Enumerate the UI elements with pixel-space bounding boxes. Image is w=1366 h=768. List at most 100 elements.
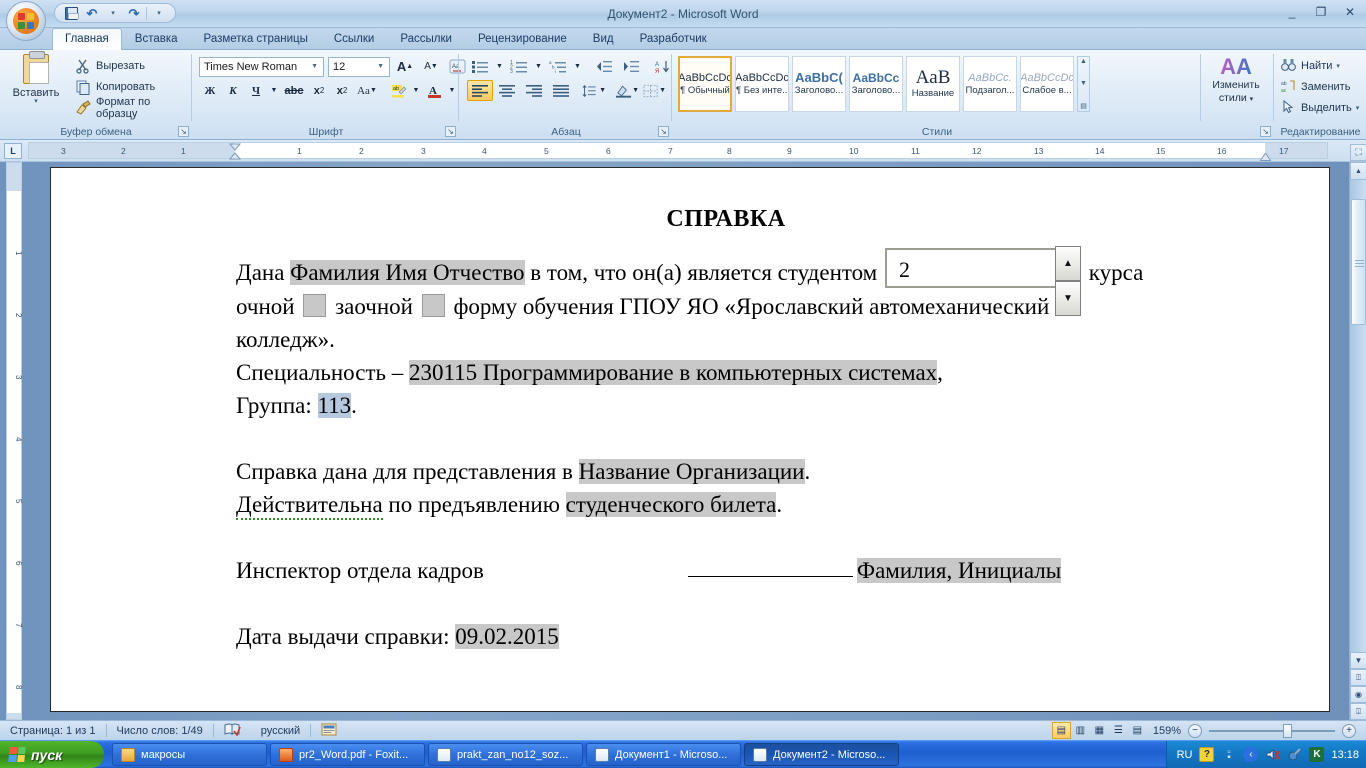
- scroll-down-button[interactable]: ▼: [1350, 652, 1366, 669]
- document-canvas[interactable]: СПРАВКА Дана Фамилия Имя Отчество в том,…: [0, 162, 1366, 720]
- vertical-ruler[interactable]: 1 2 3 4 5 6 7 8: [6, 162, 23, 720]
- line-spacing-button[interactable]: ▼: [581, 80, 607, 101]
- underline-dropdown-icon[interactable]: ▼: [268, 80, 280, 101]
- doc-paragraph-7[interactable]: Действительна по предъявлению студенческ…: [236, 488, 1216, 521]
- format-painter-button[interactable]: Формат по образцу: [72, 96, 192, 120]
- paste-button[interactable]: Вставить ▾: [8, 51, 64, 118]
- tab-home[interactable]: Главная: [52, 28, 122, 51]
- help-icon[interactable]: ?: [1199, 747, 1215, 762]
- subscript-button[interactable]: x2: [308, 80, 330, 101]
- style-heading1[interactable]: AaBbC( Заголово...: [792, 56, 846, 112]
- office-button[interactable]: [6, 1, 46, 41]
- next-page-button[interactable]: ⍗: [1350, 703, 1366, 720]
- bullets-button[interactable]: [467, 56, 493, 77]
- page-indicator[interactable]: Страница: 1 из 1: [0, 721, 106, 741]
- decrease-indent-button[interactable]: [591, 56, 617, 77]
- strikethrough-button[interactable]: abc: [281, 80, 307, 101]
- taskbar-item-word-doc2[interactable]: Документ1 - Microso...: [586, 743, 741, 766]
- style-subtitle[interactable]: AaBbCc. Подзагол...: [963, 56, 1017, 112]
- view-full-screen-reading-button[interactable]: ▥: [1071, 722, 1090, 739]
- scroll-down-icon[interactable]: ▼: [1080, 80, 1087, 87]
- save-button[interactable]: [62, 5, 80, 22]
- font-color-button[interactable]: A: [423, 80, 445, 101]
- styles-gallery-scroll[interactable]: ▲ ▼ ▤: [1077, 56, 1090, 112]
- redo-button[interactable]: ↷: [125, 5, 143, 22]
- align-right-button[interactable]: [521, 80, 547, 101]
- replace-button[interactable]: ab ac Заменить: [1279, 76, 1361, 97]
- paste-dropdown-icon[interactable]: ▾: [34, 98, 38, 105]
- field-signer-name[interactable]: Фамилия, Инициалы: [856, 558, 1062, 583]
- justify-button[interactable]: [548, 80, 574, 101]
- course-spinner-buttons[interactable]: ▲ ▼: [1055, 246, 1081, 316]
- change-styles-dropdown-icon[interactable]: ▾: [1250, 96, 1254, 103]
- scroll-up-icon[interactable]: ▲: [1080, 58, 1087, 65]
- doc-paragraph-5[interactable]: Группа: 113.: [236, 389, 1216, 422]
- text-highlight-button[interactable]: ab: [387, 80, 409, 101]
- tab-developer[interactable]: Разработчик: [627, 28, 720, 50]
- tab-stop-selector[interactable]: L: [4, 143, 22, 159]
- field-specialty[interactable]: 230115 Программирование в компьютерных с…: [408, 360, 938, 385]
- word-count[interactable]: Число слов: 1/49: [107, 721, 213, 741]
- tab-view[interactable]: Вид: [580, 28, 627, 50]
- field-organization[interactable]: Название Организации: [578, 459, 805, 484]
- clock[interactable]: 13:18: [1331, 749, 1359, 761]
- document-page[interactable]: СПРАВКА Дана Фамилия Имя Отчество в том,…: [50, 167, 1330, 712]
- styles-more-icon[interactable]: ▤: [1080, 102, 1087, 110]
- start-button[interactable]: пуск: [0, 741, 104, 768]
- italic-button[interactable]: К: [222, 80, 244, 101]
- ruler-bar[interactable]: 3 2 1 1 2 3 4 5 6 7 8 9 10 11 12 13 14 1…: [28, 142, 1328, 161]
- view-draft-button[interactable]: ▤: [1128, 722, 1147, 739]
- style-title[interactable]: AaB Название: [906, 56, 960, 112]
- right-indent-marker[interactable]: [1259, 152, 1272, 161]
- doc-paragraph-8[interactable]: Инспектор отдела кадров Фамилия, Инициалы: [236, 554, 1216, 587]
- horizontal-ruler[interactable]: L 3 2 1 1 2 3 4 5 6 7 8 9 10 11 12 13 14…: [0, 140, 1366, 162]
- tab-insert[interactable]: Вставка: [122, 28, 191, 50]
- field-fullname[interactable]: Фамилия Имя Отчество: [290, 260, 525, 285]
- highlight-dropdown-icon[interactable]: ▼: [410, 80, 422, 101]
- volume-icon[interactable]: [1265, 747, 1280, 762]
- doc-paragraph-1[interactable]: Дана Фамилия Имя Отчество в том, что он(…: [236, 246, 1216, 316]
- spinner-down-button[interactable]: ▼: [1055, 281, 1081, 316]
- paragraph-dialog-launcher[interactable]: ↘: [658, 126, 669, 137]
- doc-paragraph-6[interactable]: Справка дана для представления в Названи…: [236, 455, 1216, 488]
- doc-paragraph-9[interactable]: Дата выдачи справки: 09.02.2015: [236, 620, 1216, 653]
- font-color-dropdown-icon[interactable]: ▼: [446, 80, 458, 101]
- tab-page-layout[interactable]: Разметка страницы: [191, 28, 321, 50]
- bold-button[interactable]: Ж: [199, 80, 221, 101]
- document-body[interactable]: СПРАВКА Дана Фамилия Имя Отчество в том,…: [236, 203, 1216, 653]
- copy-button[interactable]: Копировать: [72, 76, 192, 97]
- taskbar-item-pdf[interactable]: pr2_Word.pdf - Foxit...: [270, 743, 425, 766]
- find-dropdown-icon[interactable]: ▾: [1336, 62, 1340, 70]
- tab-references[interactable]: Ссылки: [321, 28, 388, 50]
- increase-indent-button[interactable]: [618, 56, 644, 77]
- style-subtle-emphasis[interactable]: AaBbCcDc Слабое в...: [1020, 56, 1074, 112]
- previous-page-button[interactable]: ⍐: [1350, 669, 1366, 686]
- change-styles-button[interactable]: AA Изменить стили ▾: [1206, 52, 1266, 118]
- chevron-down-icon[interactable]: ▼: [308, 63, 321, 70]
- field-group[interactable]: 113: [317, 393, 352, 418]
- course-spinner-box[interactable]: 2: [885, 248, 1057, 288]
- change-case-button[interactable]: Aa ▼: [354, 80, 380, 101]
- view-web-layout-button[interactable]: ▦: [1090, 722, 1109, 739]
- doc-paragraph-3[interactable]: колледж».: [236, 323, 1216, 356]
- chevron-expand-icon[interactable]: ▫ ▪: [1221, 747, 1236, 762]
- spinner-up-button[interactable]: ▲: [1055, 246, 1081, 281]
- maximize-button[interactable]: ❐: [1311, 4, 1331, 20]
- field-issue-date[interactable]: 09.02.2015: [455, 624, 559, 649]
- tab-review[interactable]: Рецензирование: [465, 28, 580, 50]
- course-spinner[interactable]: 2 ▲ ▼: [885, 246, 1081, 316]
- zoom-slider[interactable]: [1209, 723, 1335, 738]
- style-no-spacing[interactable]: AaBbCcDc ¶ Без инте...: [735, 56, 789, 112]
- clipboard-dialog-launcher[interactable]: ↘: [178, 126, 189, 137]
- field-student-card[interactable]: студенческого билета: [565, 492, 777, 517]
- indent-markers[interactable]: [228, 143, 242, 160]
- style-heading2[interactable]: AaBbCc Заголово...: [849, 56, 903, 112]
- font-size-combobox[interactable]: 12 ▼: [328, 56, 390, 77]
- multilevel-dropdown-icon[interactable]: ▼: [572, 56, 583, 77]
- browse-object-button[interactable]: ◉: [1350, 686, 1366, 703]
- borders-button[interactable]: ▼: [641, 80, 667, 101]
- grow-font-button[interactable]: A ▲: [394, 56, 416, 77]
- taskbar-item-word-doc3[interactable]: Документ2 - Microso...: [744, 743, 899, 766]
- scrollbar-thumb[interactable]: [1351, 199, 1366, 325]
- cut-button[interactable]: Вырезать: [72, 55, 192, 76]
